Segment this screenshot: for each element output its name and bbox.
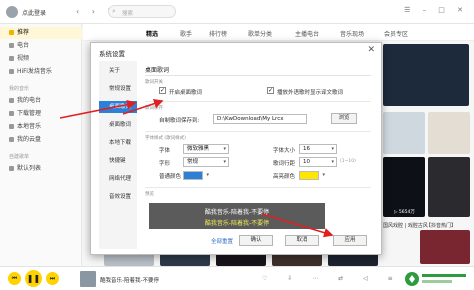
- annotation-arrow: [59, 99, 137, 119]
- annotation-arrow: [261, 213, 334, 238]
- annotation-arrow: [122, 98, 164, 115]
- annotation-arrows: [59, 98, 334, 238]
